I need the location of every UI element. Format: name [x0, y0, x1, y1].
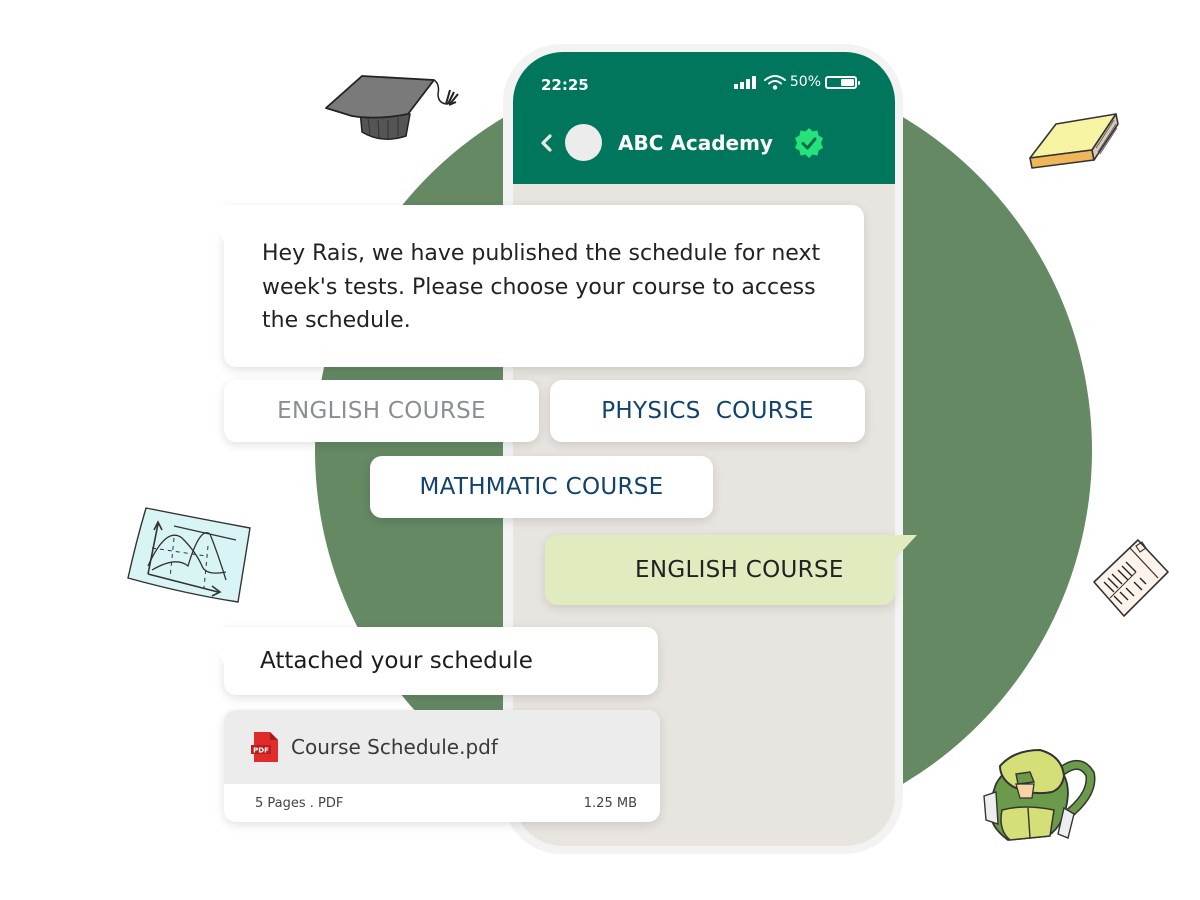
attachment-header: PDF Course Schedule.pdf — [224, 710, 660, 784]
graph-paper-icon — [127, 507, 251, 603]
battery-percent: 50% — [789, 74, 821, 90]
option-english-course[interactable]: ENGLISH COURSE — [224, 380, 539, 442]
option-physics-course[interactable]: PHYSICS COURSE — [550, 380, 865, 442]
pdf-attachment[interactable]: PDF Course Schedule.pdf 5 Pages . PDF 1.… — [224, 710, 660, 822]
incoming-message-bubble-2: Attached your schedule — [202, 627, 658, 695]
attachment-file-name: Course Schedule.pdf — [291, 735, 498, 759]
book-icon — [1029, 113, 1119, 169]
battery-icon — [825, 75, 860, 89]
document-icon — [1093, 539, 1169, 617]
bubble-tail — [202, 627, 226, 667]
attachment-pages: 5 Pages . PDF — [255, 795, 344, 811]
message-text-2: Attached your schedule — [260, 648, 533, 674]
status-icons: 50% — [733, 74, 860, 90]
back-button[interactable] — [539, 132, 557, 154]
signal-bars-icon — [733, 75, 756, 89]
option-math-course[interactable]: MATHMATIC COURSE — [370, 456, 713, 518]
battery-level — [841, 78, 854, 86]
avatar[interactable] — [565, 124, 602, 161]
reply-text: ENGLISH COURSE — [635, 557, 844, 583]
verified-badge-icon — [794, 127, 823, 158]
pdf-icon-label: PDF — [253, 746, 269, 754]
attachment-meta: 5 Pages . PDF 1.25 MB — [255, 784, 637, 822]
backpack-icon — [983, 748, 1096, 841]
attachment-size: 1.25 MB — [583, 795, 637, 811]
chevron-left-icon — [541, 133, 552, 152]
chat-nav: ABC Academy — [539, 124, 825, 161]
status-time: 22:25 — [541, 76, 589, 94]
bubble-tail — [202, 205, 226, 245]
chat-header: 22:25 50% ABC Academy — [513, 52, 895, 184]
wifi-icon — [763, 75, 786, 90]
incoming-message-bubble: Hey Rais, we have published the schedule… — [202, 205, 864, 367]
message-text: Hey Rais, we have published the schedule… — [262, 241, 821, 333]
chat-title[interactable]: ABC Academy — [618, 131, 773, 155]
pdf-file-icon: PDF — [251, 732, 278, 762]
outgoing-reply-bubble: ENGLISH COURSE — [545, 535, 917, 605]
graduation-cap-icon — [325, 75, 459, 140]
